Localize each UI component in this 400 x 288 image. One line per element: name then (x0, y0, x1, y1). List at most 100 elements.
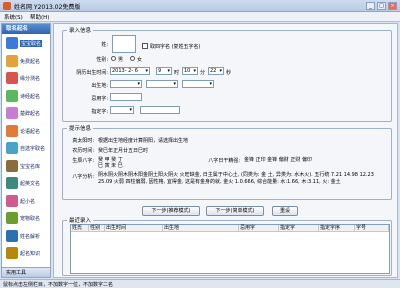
sidebar-header[interactable]: 取名起名 (2, 24, 50, 34)
tips-legend: 提示信息 (69, 126, 92, 132)
sidebar-item[interactable]: 起英文名 (4, 176, 50, 194)
sidebar-item-icon (6, 159, 18, 172)
menu-bar: 系统(S) 帮助(H) (0, 12, 400, 22)
hour-unit: 时 (174, 70, 180, 76)
sidebar-item-icon (6, 37, 18, 49)
sidebar-item-label: 论语起名 (20, 128, 41, 135)
hour-select[interactable]: 9 (156, 67, 172, 75)
sidebar-item-label: 缘分测名 (20, 76, 41, 82)
sidebar-item-icon (6, 142, 18, 154)
sidebar-item[interactable]: 免费起名 (4, 54, 50, 72)
col-gender[interactable]: 性别 (89, 225, 105, 232)
sidebar-item[interactable]: 宝宝取名 (4, 36, 50, 54)
menu-help[interactable]: 帮助(H) (30, 13, 49, 21)
col-name-number[interactable]: 字号 (355, 225, 389, 232)
sidebar-item-label: 起小名 (20, 198, 36, 205)
sidebar-item-icon (6, 124, 18, 137)
app-icon (3, 2, 11, 10)
sidebar-item-icon (6, 194, 18, 207)
col-avoid-chars[interactable]: 忌用字 (239, 225, 279, 232)
col-surname[interactable]: 姓氏 (71, 225, 89, 232)
birth-date-picker[interactable]: 2013- 2- 6 (110, 67, 150, 75)
bazi-label: 生辰八字: (72, 158, 94, 164)
sidebar-item[interactable]: 姓名解析 (4, 229, 50, 247)
col-fixed-order[interactable]: 指定字序 (319, 225, 355, 232)
main-panel: 录入信息 姓: 取四字名 (复姓五字名) 性别: 男 女 阴历出生时间: 201… (53, 23, 398, 278)
next-simple-button[interactable]: 下一步(简单模式) (206, 206, 264, 216)
sidebar-item-label: 起英文名 (20, 181, 41, 187)
surname-label: 姓: (101, 42, 108, 48)
lunar-time-label: 农历时间: (72, 148, 94, 154)
status-text: 鼠标点击左侧栏目，不加数字一位，不加数字二名 (3, 282, 114, 288)
birth-time-label: 阴历出生时间: (76, 70, 108, 76)
lunar-time-value: 癸巳年正月廿五日巳时 (98, 148, 149, 154)
sidebar-item[interactable]: 诗经起名 (4, 89, 50, 107)
day-master-value: 金锋 正印 金锋 偏财 正财 偏印 (244, 157, 312, 163)
col-birth-time[interactable]: 出生时间 (105, 225, 163, 232)
sidebar-item-icon (6, 107, 18, 119)
sidebar-item-label: 起名知识 (20, 251, 41, 257)
true-solar-time-label: 真太阳时: (72, 138, 94, 144)
fixed-chars-input[interactable] (140, 106, 180, 114)
second-unit: 秒 (226, 70, 232, 76)
next-recommend-button[interactable]: 下一步(推荐模式) (142, 206, 200, 216)
sidebar-item[interactable]: 自选字取名 (4, 141, 50, 159)
city-select[interactable] (146, 80, 178, 88)
sidebar-footer-tools[interactable]: 实用工具 (2, 267, 50, 277)
close-button[interactable]: × (388, 2, 397, 10)
recent-table[interactable]: 姓氏 性别 出生时间 出生地 忌用字 指定字 指定字序 字号 (70, 224, 390, 274)
status-bar: 鼠标点击左侧栏目，不加数字一位，不加数字二名 (0, 279, 400, 288)
sidebar-item[interactable]: 论语起名 (4, 124, 50, 142)
day-master-label: 八字日干精强: (208, 158, 240, 164)
gender-male-label: 男 (118, 57, 124, 63)
sidebar-item-label: 姓名解析 (20, 233, 41, 240)
bazi-value: 癸 甲 癸 丁 巳 寅 未 巳 (98, 157, 123, 169)
sidebar-item[interactable]: 宝宝名库 (4, 159, 50, 177)
gender-label: 性别: (96, 57, 108, 63)
col-birthplace[interactable]: 出生地 (163, 225, 239, 232)
sidebar-item[interactable]: 缘分测名 (4, 71, 50, 89)
sidebar-item-icon (6, 177, 18, 189)
province-select[interactable] (110, 80, 142, 88)
sidebar-item-label: 宠物取名 (20, 216, 41, 222)
sidebar-item[interactable]: 起小名 (4, 194, 50, 212)
fixed-chars-label: 指定字: (91, 109, 108, 115)
avoid-chars-label: 忌用字: (91, 96, 108, 102)
gender-female-label: 女 (137, 57, 143, 63)
recent-legend: 最近录入 (69, 218, 92, 224)
menu-system[interactable]: 系统(S) (4, 13, 23, 21)
gender-male-radio[interactable] (111, 56, 116, 61)
reset-button[interactable]: 重设 (272, 206, 298, 216)
sidebar-item-label: 宝宝名库 (20, 163, 41, 170)
compound-name-label: 取四字名 (复姓五字名) (150, 44, 201, 50)
sidebar: 取名起名 宝宝取名免费起名缘分测名诗经起名楚辞起名论语起名自选字取名宝宝名库起英… (1, 23, 51, 278)
sidebar-item-icon (6, 54, 18, 67)
gender-female-radio[interactable] (130, 56, 135, 61)
compound-name-checkbox[interactable] (142, 43, 148, 49)
col-fixed-chars[interactable]: 指定字 (279, 225, 319, 232)
minimize-button[interactable]: _ (366, 2, 375, 10)
sidebar-item[interactable]: 宠物取名 (4, 211, 50, 229)
sidebar-item-icon (6, 229, 18, 242)
maximize-button[interactable]: □ (377, 2, 386, 10)
sidebar-item-icon (6, 72, 18, 84)
sidebar-item-icon (6, 212, 18, 224)
second-select[interactable]: 22 (208, 67, 224, 75)
sidebar-item[interactable]: 起名知识 (4, 246, 50, 264)
sidebar-item-icon (6, 247, 18, 259)
fixed-position-select[interactable] (110, 106, 134, 114)
analysis-label: 八字分析: (72, 174, 94, 180)
true-solar-time-value: 根据出生地经度计算阴阳，请选择出生地 (98, 138, 189, 144)
avoid-chars-input[interactable] (110, 93, 142, 101)
sidebar-item-label: 楚辞起名 (20, 111, 41, 117)
sidebar-item[interactable]: 楚辞起名 (4, 106, 50, 124)
window-title: 姓名网 Y2013.02免费版 (14, 4, 81, 11)
sidebar-item-label: 免费起名 (20, 58, 41, 65)
district-select[interactable] (182, 80, 214, 88)
analysis-value: 阴水阴火阴木阴木阳金阴土阳火阴火 火旺缺金, 日主属于中心土, (同类为: 金 … (98, 172, 374, 185)
minute-select[interactable]: 10 (182, 67, 198, 75)
birthplace-label: 出生地: (91, 83, 108, 89)
surname-input[interactable] (112, 35, 136, 53)
title-bar: 姓名网 Y2013.02免费版 _ □ × (0, 0, 400, 12)
sidebar-item-label: 自选字取名 (20, 146, 46, 152)
